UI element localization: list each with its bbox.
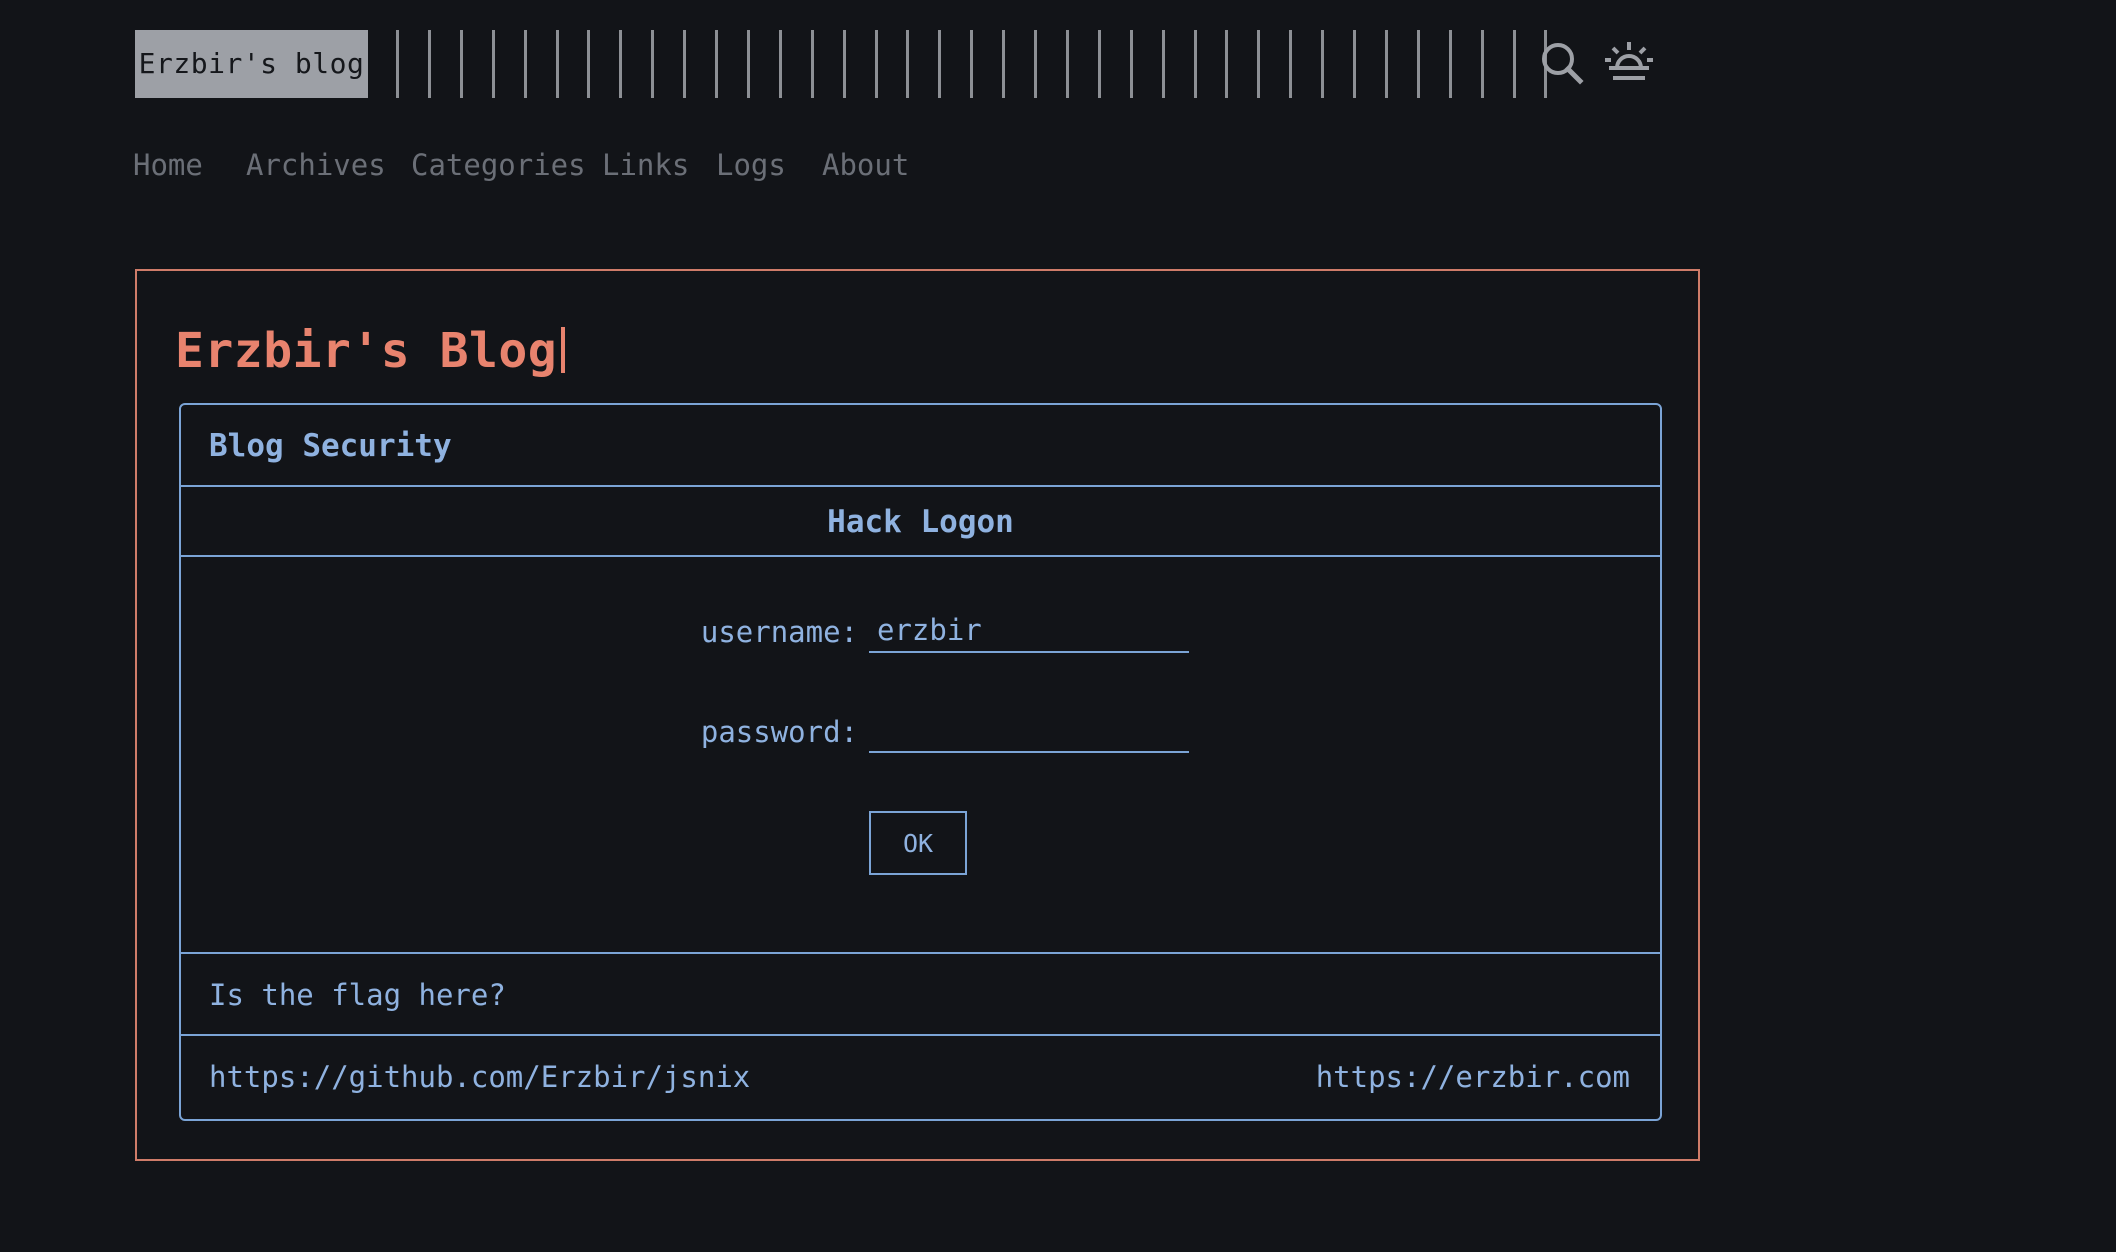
- decorative-bar: [1321, 30, 1325, 98]
- decorative-bar: [587, 30, 591, 98]
- decorative-bars: [396, 30, 1551, 98]
- ok-button[interactable]: OK: [869, 811, 967, 875]
- search-icon[interactable]: [1537, 38, 1589, 90]
- decorative-bar: [1161, 30, 1165, 98]
- username-input[interactable]: [869, 609, 1189, 653]
- decorative-bar: [619, 30, 623, 98]
- nav-links[interactable]: Links: [602, 145, 689, 185]
- decorative-bar: [842, 30, 846, 98]
- password-input[interactable]: [869, 709, 1189, 753]
- decorative-bar: [1289, 30, 1293, 98]
- decorative-bar: [1129, 30, 1133, 98]
- github-link[interactable]: https://github.com/Erzbir/jsnix: [209, 1036, 750, 1119]
- nav-home[interactable]: Home: [133, 145, 203, 185]
- decorative-bar: [523, 30, 527, 98]
- nav-archives[interactable]: Archives: [246, 145, 386, 185]
- nav-logs[interactable]: Logs: [716, 145, 786, 185]
- decorative-bar: [1512, 30, 1516, 98]
- panel-header: Blog Security: [181, 405, 1660, 487]
- homepage-link[interactable]: https://erzbir.com: [1316, 1036, 1630, 1119]
- nav-about[interactable]: About: [822, 145, 909, 185]
- decorative-bar: [1416, 30, 1420, 98]
- decorative-bar: [970, 30, 974, 98]
- flag-question-row: Is the flag here?: [181, 954, 1660, 1036]
- decorative-bar: [746, 30, 750, 98]
- page-title-text: Erzbir's Blog: [175, 323, 558, 379]
- decorative-bar: [1097, 30, 1101, 98]
- theme-toggle-icon[interactable]: [1603, 38, 1655, 90]
- site-logo[interactable]: Erzbir's blog: [135, 30, 368, 98]
- decorative-bar: [555, 30, 559, 98]
- decorative-bar: [651, 30, 655, 98]
- decorative-bar: [683, 30, 687, 98]
- decorative-bar: [1384, 30, 1388, 98]
- nav-categories[interactable]: Categories: [411, 145, 586, 185]
- decorative-bar: [778, 30, 782, 98]
- form-title: Hack Logon: [827, 504, 1014, 540]
- decorative-bar: [1448, 30, 1452, 98]
- decorative-bar: [1257, 30, 1261, 98]
- decorative-bar: [427, 30, 431, 98]
- page-title: Erzbir's Blog: [175, 321, 566, 381]
- password-label: password:: [700, 715, 858, 749]
- decorative-bar: [1002, 30, 1006, 98]
- decorative-bar: [459, 30, 463, 98]
- decorative-bar: [396, 30, 399, 98]
- decorative-bar: [1034, 30, 1037, 98]
- decorative-bar: [810, 30, 814, 98]
- decorative-bar: [1480, 30, 1484, 98]
- typing-cursor: [561, 327, 566, 373]
- decorative-bar: [874, 30, 878, 98]
- decorative-bar: [491, 30, 495, 98]
- panel-footer: https://github.com/Erzbir/jsnix https://…: [181, 1036, 1660, 1119]
- decorative-bar: [1353, 30, 1356, 98]
- decorative-bar: [938, 30, 942, 98]
- decorative-bar: [1065, 30, 1069, 98]
- site-header: Erzbir's blog: [135, 30, 1703, 98]
- flag-question: Is the flag here?: [209, 978, 506, 1012]
- decorative-bar: [1225, 30, 1229, 98]
- main-content: Erzbir's Blog Blog Security Hack Logon u…: [135, 269, 1700, 1161]
- decorative-bar: [1193, 30, 1197, 98]
- decorative-bar: [906, 30, 910, 98]
- username-label: username:: [700, 615, 858, 649]
- form-header: Hack Logon: [181, 487, 1660, 557]
- decorative-bar: [715, 30, 718, 98]
- login-form: username: password: OK: [181, 557, 1660, 954]
- panel-title: Blog Security: [209, 428, 452, 464]
- security-panel: Blog Security Hack Logon username: passw…: [179, 403, 1662, 1121]
